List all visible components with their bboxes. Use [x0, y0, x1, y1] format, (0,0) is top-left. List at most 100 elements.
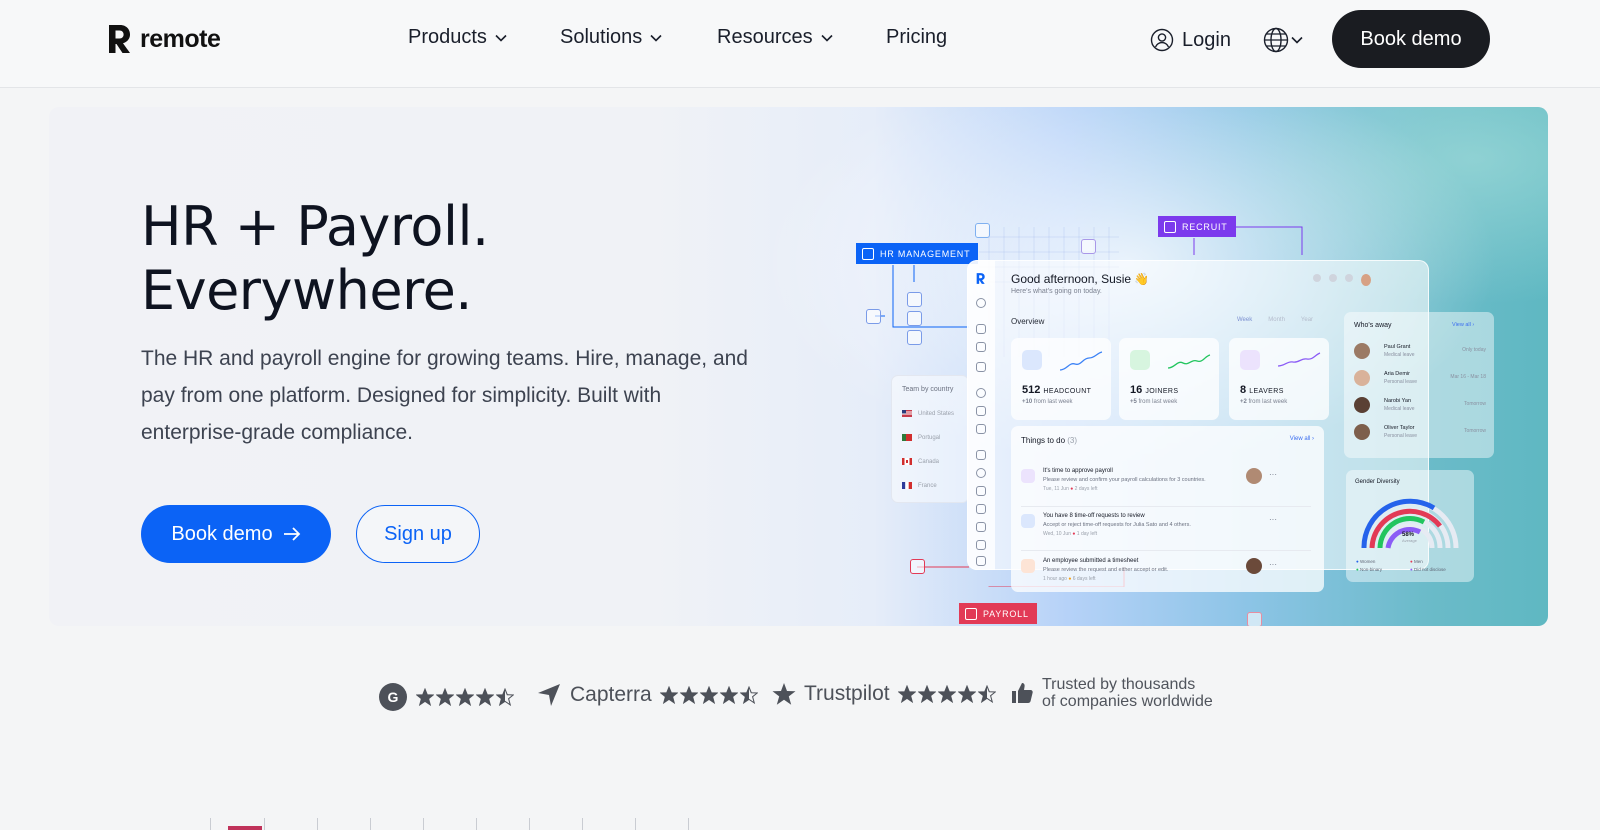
- trophy-icon: [976, 540, 986, 550]
- tick-mark: [264, 818, 265, 830]
- trusted-text: Trusted by thousands of companies worldw…: [1042, 676, 1213, 710]
- todo-item-due: 2 days left: [1074, 486, 1098, 492]
- todo-view-all-link[interactable]: View all ›: [1290, 436, 1314, 442]
- leave-reason: Personal leave: [1384, 379, 1418, 385]
- us-flag-icon: [902, 410, 912, 417]
- shield-icon: [976, 556, 986, 566]
- book-demo-button-nav[interactable]: Book demo: [1332, 10, 1490, 68]
- share-icon: [976, 406, 986, 416]
- expand-icon: [866, 309, 881, 324]
- headcount-value: 512 HEADCOUNT: [1022, 384, 1091, 396]
- plus-icon: [907, 311, 922, 326]
- away-person-row[interactable]: Narobi Yan Medical leave Tomorrow: [1354, 396, 1486, 418]
- remote-logo[interactable]: remote: [106, 22, 221, 56]
- lightning-icon: [975, 223, 990, 238]
- nav-solutions[interactable]: Solutions: [560, 26, 717, 49]
- country-title: Team by country: [902, 386, 954, 393]
- todo-item-meta: Tue, 11 Jun ● 2 days left: [1043, 486, 1098, 492]
- thumbs-up-icon: [1012, 683, 1033, 703]
- todo-item-subtitle: Accept or reject time-off requests for J…: [1043, 522, 1191, 528]
- country-name: Portugal: [918, 434, 941, 441]
- joiners-number: 16: [1130, 384, 1143, 396]
- away-person-row[interactable]: Oliver Taylor Personal leave Tomorrow: [1354, 423, 1486, 445]
- todo-item[interactable]: You have 8 time-off requests to review A…: [1021, 511, 1311, 545]
- todo-title: Things to do (3): [1021, 436, 1077, 445]
- language-selector[interactable]: [1263, 27, 1303, 53]
- nav-products-label: Products: [408, 26, 487, 48]
- headline-line-2: Everywhere.: [141, 259, 472, 322]
- tick-mark: [210, 818, 211, 830]
- chevron-down-icon: [495, 34, 507, 42]
- headcount-label: HEADCOUNT: [1043, 388, 1092, 395]
- book-demo-button[interactable]: Book demo: [141, 505, 331, 563]
- user-add-icon: [976, 522, 986, 532]
- leave-date: Mar 16 - Mar 18: [1450, 374, 1486, 380]
- timesheet-icon: [1021, 559, 1035, 573]
- todo-item-subtitle: Please review and confirm your payroll c…: [1043, 477, 1206, 483]
- document-icon: [976, 362, 986, 372]
- star-icon: [719, 686, 738, 704]
- gender-diversity-gauge: [1361, 498, 1459, 549]
- settings-icon: [1329, 274, 1337, 282]
- leavers-stat-card: 8 LEAVERS +2 from last week: [1229, 338, 1329, 420]
- nav-pricing-label: Pricing: [886, 26, 948, 48]
- todo-item[interactable]: It's time to approve payroll Please revi…: [1021, 466, 1311, 500]
- chevron-left-icon: [907, 330, 922, 345]
- tick-mark: [423, 818, 424, 830]
- person-name: Paul Grant: [1384, 344, 1411, 350]
- avatar: [1246, 558, 1262, 574]
- g2-logo-icon: G: [379, 683, 407, 711]
- tab-week[interactable]: Week: [1237, 317, 1252, 323]
- main-menu: Products Solutions Resources Pricing: [408, 26, 947, 49]
- gender-diversity-title: Gender Diversity: [1355, 479, 1400, 485]
- leavers-delta: +2 from last week: [1240, 399, 1287, 405]
- trustpilot-label: Trustpilot: [804, 682, 890, 705]
- leavers-label: LEAVERS: [1249, 388, 1284, 395]
- nav-actions: Login: [1150, 10, 1303, 70]
- todo-item-title: You have 8 time-off requests to review: [1043, 513, 1145, 519]
- database-icon: [976, 504, 986, 514]
- divider: [1021, 550, 1311, 551]
- team-by-country-card: Team by country United States Portugal C…: [891, 375, 969, 503]
- away-person-row[interactable]: Paul Grant Medical leave Only today: [1354, 342, 1486, 364]
- headcount-trend-line: [1059, 351, 1103, 371]
- tick-mark: [582, 818, 583, 830]
- user-add-icon: [1130, 350, 1150, 370]
- tab-month[interactable]: Month: [1268, 317, 1285, 323]
- login-link[interactable]: Login: [1150, 28, 1231, 52]
- ratings-strip: G Capterra Trustpilot Trusted by thousan…: [0, 670, 1600, 730]
- nav-products[interactable]: Products: [408, 26, 560, 49]
- users-icon: [1022, 350, 1042, 370]
- legend-label: Did not disclose: [1413, 567, 1446, 572]
- avatar: [1361, 274, 1371, 286]
- headcount-stat-card: 512 HEADCOUNT +10 from last week: [1011, 338, 1111, 420]
- more-options-icon[interactable]: ···: [1269, 515, 1277, 524]
- todo-item-date: Tue, 11 Jun: [1043, 486, 1069, 492]
- whos-away-view-all-link[interactable]: View all ›: [1452, 322, 1474, 328]
- away-person-row[interactable]: Aria Demir Personal leave Mar 16 - Mar 18: [1354, 369, 1486, 391]
- legend-item: ● Did not disclose: [1410, 567, 1446, 572]
- more-options-icon[interactable]: ···: [1269, 470, 1277, 479]
- nav-resources[interactable]: Resources: [717, 26, 886, 49]
- nav-pricing[interactable]: Pricing: [886, 26, 947, 49]
- overview-title: Overview: [1011, 317, 1045, 326]
- time-off-icon: [1021, 514, 1035, 528]
- todo-item[interactable]: An employee submitted a timesheet Please…: [1021, 556, 1311, 590]
- tick-mark: [317, 818, 318, 830]
- user-remove-icon: [1240, 350, 1260, 370]
- g2-rating: G: [378, 682, 514, 712]
- hero-section: HR + Payroll. Everywhere. The HR and pay…: [49, 107, 1548, 626]
- more-options-icon[interactable]: ···: [1269, 560, 1277, 569]
- person-name: Oliver Taylor: [1384, 425, 1415, 431]
- country-row: France: [902, 482, 937, 489]
- dots-grid-icon: [1247, 612, 1262, 626]
- star-icon: [416, 688, 434, 706]
- payroll-tag-label: PAYROLL: [983, 608, 1029, 619]
- sign-up-button[interactable]: Sign up: [356, 505, 480, 563]
- trustpilot-stars: [897, 685, 996, 703]
- star-icon: [957, 685, 976, 703]
- todo-item-meta: 1 hour ago ● 6 days left: [1043, 576, 1096, 582]
- tab-year[interactable]: Year: [1301, 317, 1313, 323]
- star-icon: [937, 685, 956, 703]
- trusted-badge: Trusted by thousands of companies worldw…: [1010, 676, 1213, 710]
